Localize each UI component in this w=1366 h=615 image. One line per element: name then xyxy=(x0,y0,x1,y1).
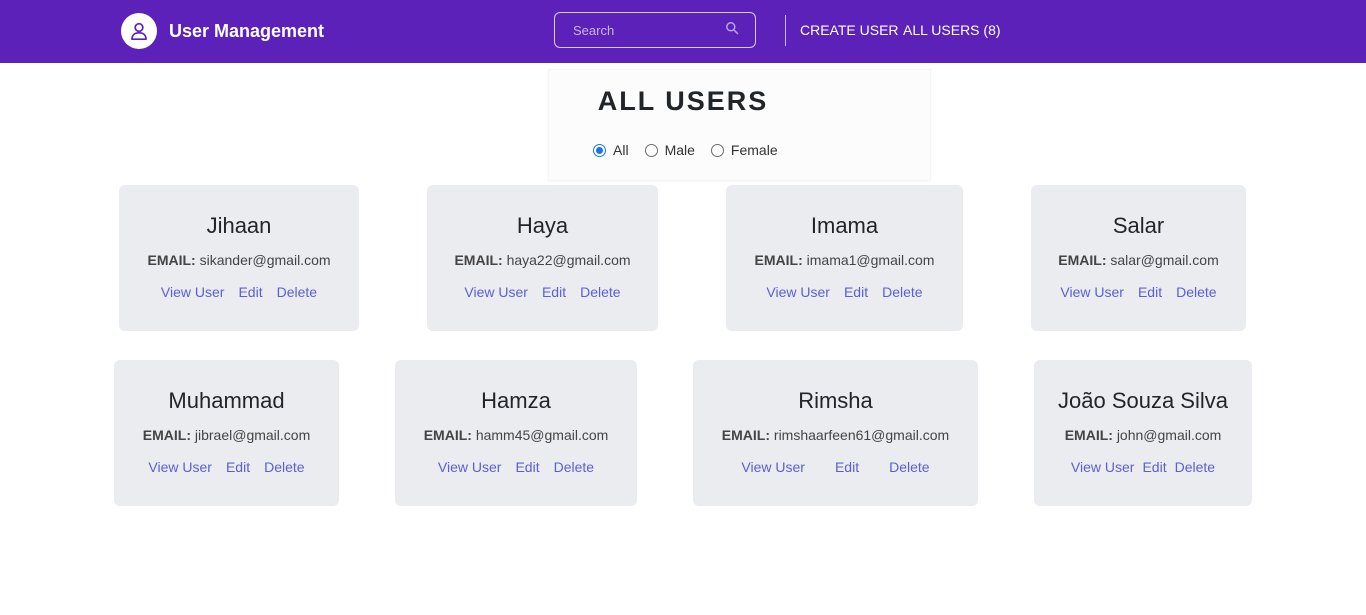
user-email-row: EMAIL: rimshaarfeen61@gmail.com xyxy=(693,426,978,444)
gender-filter: All Male Female xyxy=(593,141,794,159)
view-user-link[interactable]: View User xyxy=(438,459,502,475)
search-icon[interactable] xyxy=(725,21,739,35)
delete-user-link[interactable]: Delete xyxy=(882,284,922,300)
user-name: Hamza xyxy=(481,388,551,413)
user-card: João Souza Silva EMAIL: john@gmail.com V… xyxy=(1034,360,1252,506)
view-user-link[interactable]: View User xyxy=(766,284,830,300)
radio-male[interactable] xyxy=(644,143,658,157)
user-name: João Souza Silva xyxy=(1058,388,1228,413)
filter-all-option[interactable]: All xyxy=(593,142,629,158)
user-email-row: EMAIL: jibrael@gmail.com xyxy=(114,426,339,444)
email-label: EMAIL: xyxy=(1058,252,1107,268)
delete-user-link[interactable]: Delete xyxy=(277,284,317,300)
delete-user-link[interactable]: Delete xyxy=(554,459,594,475)
user-email: haya22@gmail.com xyxy=(506,252,631,268)
radio-all[interactable] xyxy=(593,143,606,157)
user-email: jibrael@gmail.com xyxy=(194,427,311,443)
filter-female-option[interactable]: Female xyxy=(710,142,778,158)
delete-user-link[interactable]: Delete xyxy=(264,459,304,475)
user-card: Hamza EMAIL: hamm45@gmail.com View User E… xyxy=(395,360,637,506)
user-email: rimshaarfeen61@gmail.com xyxy=(773,427,950,443)
filter-male-label: Male xyxy=(664,142,695,158)
user-email: salar@gmail.com xyxy=(1110,252,1219,268)
email-label: EMAIL: xyxy=(754,252,803,268)
user-actions: View User Edit Delete xyxy=(114,458,339,476)
user-card: Haya EMAIL: haya22@gmail.com View User Ed… xyxy=(427,185,658,331)
edit-user-link[interactable]: Edit xyxy=(1138,284,1162,300)
user-email: imama1@gmail.com xyxy=(806,252,935,268)
brand-title: User Management xyxy=(169,20,325,41)
delete-user-link[interactable]: Delete xyxy=(889,459,929,475)
brand[interactable]: User Management xyxy=(121,13,324,49)
view-user-link[interactable]: View User xyxy=(148,459,212,475)
user-email-row: EMAIL: imama1@gmail.com xyxy=(726,251,963,269)
user-name: Imama xyxy=(810,213,879,238)
edit-user-link[interactable]: Edit xyxy=(238,284,262,300)
edit-user-link[interactable]: Edit xyxy=(226,459,250,475)
user-card: Salar EMAIL: salar@gmail.com View User Ed… xyxy=(1031,185,1246,331)
email-label: EMAIL: xyxy=(454,252,503,268)
user-actions: View User Edit Delete xyxy=(693,458,978,476)
search-box xyxy=(554,12,756,48)
view-user-link[interactable]: View User xyxy=(1071,459,1135,475)
email-label: EMAIL: xyxy=(1064,427,1113,443)
user-card: Jihaan EMAIL: sikander@gmail.com View Us… xyxy=(119,185,359,331)
user-actions: View User Edit Delete xyxy=(395,458,637,476)
email-label: EMAIL: xyxy=(142,427,191,443)
user-name: Jihaan xyxy=(206,213,272,238)
view-user-link[interactable]: View User xyxy=(464,284,528,300)
edit-user-link[interactable]: Edit xyxy=(515,459,539,475)
user-name: Rimsha xyxy=(798,388,873,413)
user-card: Muhammad EMAIL: jibrael@gmail.com View U… xyxy=(114,360,339,506)
view-user-link[interactable]: View User xyxy=(161,284,225,300)
user-email-row: EMAIL: john@gmail.com xyxy=(1034,426,1252,444)
user-icon xyxy=(121,13,157,49)
user-email-row: EMAIL: haya22@gmail.com xyxy=(427,251,658,269)
edit-user-link[interactable]: Edit xyxy=(1142,459,1166,475)
user-email-row: EMAIL: salar@gmail.com xyxy=(1031,251,1246,269)
delete-user-link[interactable]: Delete xyxy=(1176,284,1216,300)
user-email: sikander@gmail.com xyxy=(199,252,331,268)
user-email: john@gmail.com xyxy=(1116,427,1222,443)
user-actions: View User Edit Delete xyxy=(119,283,359,301)
user-email-row: EMAIL: hamm45@gmail.com xyxy=(395,426,637,444)
nav-divider xyxy=(785,15,786,46)
user-name: Haya xyxy=(516,213,569,238)
user-actions: View User Edit Delete xyxy=(1034,458,1252,476)
page-title: ALL USERS xyxy=(597,86,769,116)
user-name: Salar xyxy=(1112,213,1165,238)
edit-user-link[interactable]: Edit xyxy=(542,284,566,300)
user-card: Imama EMAIL: imama1@gmail.com View User E… xyxy=(726,185,963,331)
user-name: Muhammad xyxy=(168,388,285,413)
filter-male-option[interactable]: Male xyxy=(644,142,695,158)
edit-user-link[interactable]: Edit xyxy=(835,459,859,475)
user-actions: View User Edit Delete xyxy=(726,283,963,301)
all-users-link[interactable]: ALL USERS (8) xyxy=(903,22,1001,38)
create-user-link[interactable]: CREATE USER xyxy=(800,22,899,38)
user-actions: View User Edit Delete xyxy=(427,283,658,301)
user-card: Rimsha EMAIL: rimshaarfeen61@gmail.com V… xyxy=(693,360,978,506)
user-email-row: EMAIL: sikander@gmail.com xyxy=(119,251,359,269)
email-label: EMAIL: xyxy=(721,427,771,443)
filter-all-label: All xyxy=(613,142,629,158)
user-actions: View User Edit Delete xyxy=(1031,283,1246,301)
delete-user-link[interactable]: Delete xyxy=(1175,459,1215,475)
radio-female[interactable] xyxy=(710,143,724,157)
filter-female-label: Female xyxy=(730,142,778,158)
edit-user-link[interactable]: Edit xyxy=(844,284,868,300)
top-navbar: User Management CREATE USER ALL USERS (8… xyxy=(0,0,1366,63)
delete-user-link[interactable]: Delete xyxy=(580,284,620,300)
user-email: hamm45@gmail.com xyxy=(475,427,609,443)
email-label: EMAIL: xyxy=(423,427,472,443)
view-user-link[interactable]: View User xyxy=(1060,284,1124,300)
email-label: EMAIL: xyxy=(147,252,196,268)
view-user-link[interactable]: View User xyxy=(741,459,805,475)
